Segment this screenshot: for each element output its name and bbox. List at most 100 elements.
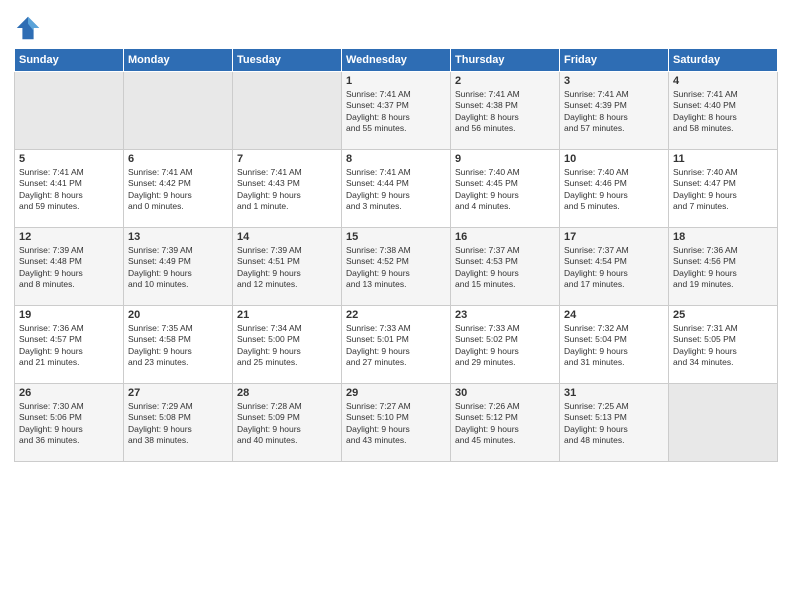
- day-number: 2: [455, 75, 555, 87]
- day-info: Sunrise: 7:39 AM Sunset: 4:48 PM Dayligh…: [19, 245, 119, 291]
- header: [14, 10, 778, 42]
- day-info: Sunrise: 7:41 AM Sunset: 4:37 PM Dayligh…: [346, 89, 446, 135]
- cell-w3-d7: 18Sunrise: 7:36 AM Sunset: 4:56 PM Dayli…: [669, 228, 778, 306]
- cell-w5-d6: 31 Sunrise: 7:25 AM Sunset: 5:13 PM Dayli…: [560, 384, 669, 462]
- day-info: Sunrise: 7:34 AM Sunset: 5:00 PM Dayligh…: [237, 323, 337, 369]
- cell-w1-d1: [15, 72, 124, 150]
- cell-w1-d7: 4 Sunrise: 7:41 AM Sunset: 4:40 PM Daylig…: [669, 72, 778, 150]
- logo-icon: [14, 14, 42, 42]
- week-row-3: 12 Sunrise: 7:39 AM Sunset: 4:48 PM Dayli…: [15, 228, 778, 306]
- week-row-5: 26 Sunrise: 7:30 AM Sunset: 5:06 PM Dayli…: [15, 384, 778, 462]
- day-info: Sunrise: 7:40 AM Sunset: 4:45 PM Dayligh…: [455, 167, 555, 213]
- cell-w3-d3: 14 Sunrise: 7:39 AM Sunset: 4:51 PM Dayli…: [233, 228, 342, 306]
- header-row: SundayMondayTuesdayWednesdayThursdayFrid…: [15, 49, 778, 72]
- cell-w1-d5: 2Sunrise: 7:41 AM Sunset: 4:38 PM Daylig…: [451, 72, 560, 150]
- day-number: 12: [19, 231, 119, 243]
- day-info: Sunrise: 7:41 AM Sunset: 4:39 PM Dayligh…: [564, 89, 664, 135]
- cell-w5-d2: 27 Sunrise: 7:29 AM Sunset: 5:08 PM Dayli…: [124, 384, 233, 462]
- day-number: 15: [346, 231, 446, 243]
- day-number: 16: [455, 231, 555, 243]
- day-info: Sunrise: 7:25 AM Sunset: 5:13 PM Dayligh…: [564, 401, 664, 447]
- logo: [14, 14, 46, 42]
- col-header-thursday: Thursday: [451, 49, 560, 72]
- day-info: Sunrise: 7:40 AM Sunset: 4:46 PM Dayligh…: [564, 167, 664, 213]
- cell-w1-d4: 1 Sunrise: 7:41 AM Sunset: 4:37 PM Daylig…: [342, 72, 451, 150]
- col-header-friday: Friday: [560, 49, 669, 72]
- day-number: 18: [673, 231, 773, 243]
- day-number: 23: [455, 309, 555, 321]
- cell-w1-d3: [233, 72, 342, 150]
- cell-w5-d4: 29 Sunrise: 7:27 AM Sunset: 5:10 PM Dayli…: [342, 384, 451, 462]
- day-info: Sunrise: 7:27 AM Sunset: 5:10 PM Dayligh…: [346, 401, 446, 447]
- cell-w2-d1: 5 Sunrise: 7:41 AM Sunset: 4:41 PM Daylig…: [15, 150, 124, 228]
- col-header-saturday: Saturday: [669, 49, 778, 72]
- day-number: 9: [455, 153, 555, 165]
- cell-w2-d5: 9 Sunrise: 7:40 AM Sunset: 4:45 PM Daylig…: [451, 150, 560, 228]
- day-info: Sunrise: 7:39 AM Sunset: 4:51 PM Dayligh…: [237, 245, 337, 291]
- cell-w4-d1: 19 Sunrise: 7:36 AM Sunset: 4:57 PM Dayli…: [15, 306, 124, 384]
- day-info: Sunrise: 7:41 AM Sunset: 4:41 PM Dayligh…: [19, 167, 119, 213]
- day-number: 28: [237, 387, 337, 399]
- cell-w2-d2: 6 Sunrise: 7:41 AM Sunset: 4:42 PM Daylig…: [124, 150, 233, 228]
- day-info: Sunrise: 7:36 AM Sunset: 4:57 PM Dayligh…: [19, 323, 119, 369]
- day-number: 1: [346, 75, 446, 87]
- day-info: Sunrise: 7:38 AM Sunset: 4:52 PM Dayligh…: [346, 245, 446, 291]
- day-number: 5: [19, 153, 119, 165]
- cell-w3-d5: 16 Sunrise: 7:37 AM Sunset: 4:53 PM Dayli…: [451, 228, 560, 306]
- cell-w2-d3: 7 Sunrise: 7:41 AM Sunset: 4:43 PM Daylig…: [233, 150, 342, 228]
- cell-w2-d7: 11 Sunrise: 7:40 AM Sunset: 4:47 PM Dayli…: [669, 150, 778, 228]
- cell-w3-d6: 17Sunrise: 7:37 AM Sunset: 4:54 PM Dayli…: [560, 228, 669, 306]
- day-number: 20: [128, 309, 228, 321]
- day-info: Sunrise: 7:41 AM Sunset: 4:43 PM Dayligh…: [237, 167, 337, 213]
- cell-w4-d5: 23 Sunrise: 7:33 AM Sunset: 5:02 PM Dayli…: [451, 306, 560, 384]
- day-number: 10: [564, 153, 664, 165]
- col-header-monday: Monday: [124, 49, 233, 72]
- day-info: Sunrise: 7:35 AM Sunset: 4:58 PM Dayligh…: [128, 323, 228, 369]
- day-number: 7: [237, 153, 337, 165]
- cell-w5-d7: [669, 384, 778, 462]
- day-info: Sunrise: 7:28 AM Sunset: 5:09 PM Dayligh…: [237, 401, 337, 447]
- col-header-wednesday: Wednesday: [342, 49, 451, 72]
- week-row-4: 19 Sunrise: 7:36 AM Sunset: 4:57 PM Dayli…: [15, 306, 778, 384]
- day-info: Sunrise: 7:33 AM Sunset: 5:02 PM Dayligh…: [455, 323, 555, 369]
- day-number: 22: [346, 309, 446, 321]
- cell-w4-d2: 20 Sunrise: 7:35 AM Sunset: 4:58 PM Dayli…: [124, 306, 233, 384]
- cell-w3-d1: 12 Sunrise: 7:39 AM Sunset: 4:48 PM Dayli…: [15, 228, 124, 306]
- day-info: Sunrise: 7:40 AM Sunset: 4:47 PM Dayligh…: [673, 167, 773, 213]
- day-info: Sunrise: 7:41 AM Sunset: 4:40 PM Dayligh…: [673, 89, 773, 135]
- day-info: Sunrise: 7:41 AM Sunset: 4:44 PM Dayligh…: [346, 167, 446, 213]
- cell-w2-d6: 10 Sunrise: 7:40 AM Sunset: 4:46 PM Dayli…: [560, 150, 669, 228]
- day-info: Sunrise: 7:30 AM Sunset: 5:06 PM Dayligh…: [19, 401, 119, 447]
- cell-w5-d3: 28 Sunrise: 7:28 AM Sunset: 5:09 PM Dayli…: [233, 384, 342, 462]
- day-number: 4: [673, 75, 773, 87]
- day-info: Sunrise: 7:41 AM Sunset: 4:42 PM Dayligh…: [128, 167, 228, 213]
- day-info: Sunrise: 7:29 AM Sunset: 5:08 PM Dayligh…: [128, 401, 228, 447]
- day-number: 13: [128, 231, 228, 243]
- cell-w3-d4: 15 Sunrise: 7:38 AM Sunset: 4:52 PM Dayli…: [342, 228, 451, 306]
- day-number: 30: [455, 387, 555, 399]
- day-info: Sunrise: 7:33 AM Sunset: 5:01 PM Dayligh…: [346, 323, 446, 369]
- day-number: 19: [19, 309, 119, 321]
- week-row-2: 5 Sunrise: 7:41 AM Sunset: 4:41 PM Daylig…: [15, 150, 778, 228]
- cell-w4-d4: 22 Sunrise: 7:33 AM Sunset: 5:01 PM Dayli…: [342, 306, 451, 384]
- day-number: 26: [19, 387, 119, 399]
- day-number: 25: [673, 309, 773, 321]
- day-info: Sunrise: 7:39 AM Sunset: 4:49 PM Dayligh…: [128, 245, 228, 291]
- cell-w4-d6: 24Sunrise: 7:32 AM Sunset: 5:04 PM Dayli…: [560, 306, 669, 384]
- cell-w5-d5: 30 Sunrise: 7:26 AM Sunset: 5:12 PM Dayli…: [451, 384, 560, 462]
- day-number: 6: [128, 153, 228, 165]
- day-info: Sunrise: 7:26 AM Sunset: 5:12 PM Dayligh…: [455, 401, 555, 447]
- day-info: Sunrise: 7:37 AM Sunset: 4:54 PM Dayligh…: [564, 245, 664, 291]
- cell-w4-d3: 21Sunrise: 7:34 AM Sunset: 5:00 PM Dayli…: [233, 306, 342, 384]
- day-number: 31: [564, 387, 664, 399]
- day-number: 11: [673, 153, 773, 165]
- page-container: SundayMondayTuesdayWednesdayThursdayFrid…: [0, 0, 792, 472]
- day-number: 8: [346, 153, 446, 165]
- day-number: 27: [128, 387, 228, 399]
- col-header-sunday: Sunday: [15, 49, 124, 72]
- col-header-tuesday: Tuesday: [233, 49, 342, 72]
- day-number: 14: [237, 231, 337, 243]
- day-number: 3: [564, 75, 664, 87]
- day-info: Sunrise: 7:37 AM Sunset: 4:53 PM Dayligh…: [455, 245, 555, 291]
- day-number: 29: [346, 387, 446, 399]
